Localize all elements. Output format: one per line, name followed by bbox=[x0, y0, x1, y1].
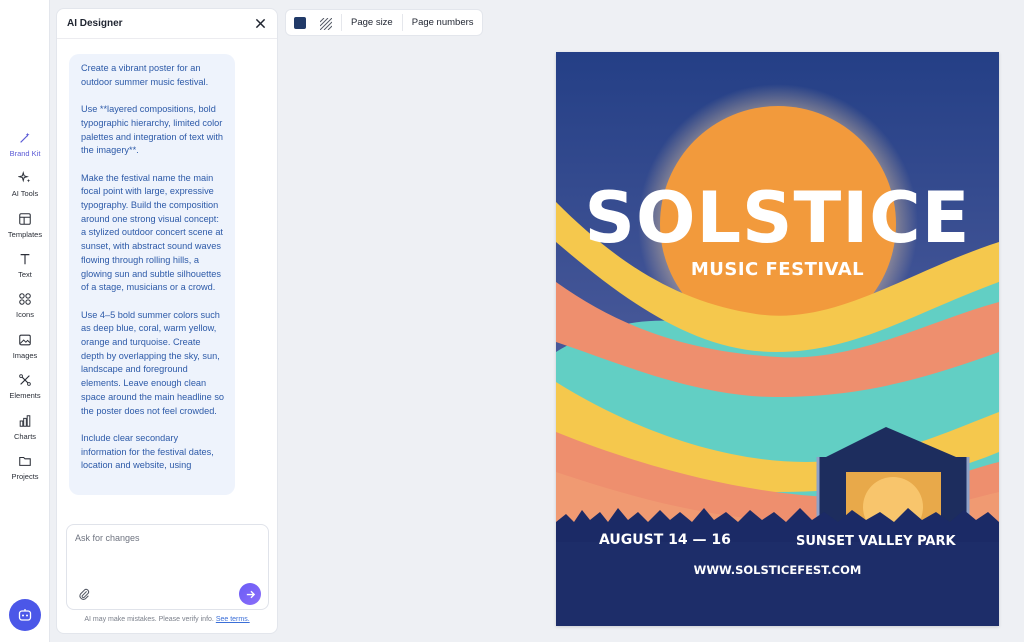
rail-item-projects[interactable]: Projects bbox=[0, 454, 50, 481]
shapes-icon bbox=[19, 293, 31, 305]
ai-assistant-button[interactable] bbox=[9, 599, 41, 631]
message-paragraph: Include clear secondary information for … bbox=[81, 432, 214, 471]
poster-website[interactable]: WWW.SOLSTICEFEST.COM bbox=[556, 563, 999, 577]
bar-chart-icon bbox=[19, 415, 31, 427]
poster-location[interactable]: SUNSET VALLEY PARK bbox=[796, 534, 956, 549]
rail-label: Icons bbox=[16, 310, 34, 319]
rail-item-text[interactable]: Text bbox=[0, 252, 50, 279]
rail-item-ai-tools[interactable]: AI Tools bbox=[0, 171, 50, 198]
rail-item-images[interactable]: Images bbox=[0, 333, 50, 360]
rail-label: Elements bbox=[9, 391, 41, 400]
rail-label: Templates bbox=[7, 230, 43, 239]
attach-button[interactable] bbox=[77, 587, 91, 601]
chat-input[interactable] bbox=[75, 533, 261, 577]
see-terms-link[interactable]: See terms. bbox=[216, 616, 250, 623]
rail-item-icons[interactable]: Icons bbox=[0, 292, 50, 319]
arrow-right-icon bbox=[246, 590, 255, 598]
rail-label: AI Tools bbox=[11, 189, 39, 198]
rail-item-brand-kit[interactable]: Brand Kit bbox=[0, 131, 50, 158]
panel-header: AI Designer bbox=[57, 9, 277, 39]
paperclip-icon bbox=[79, 588, 90, 600]
folder-icon bbox=[19, 456, 31, 466]
ai-designer-panel: AI Designer Create a vibrant poster for … bbox=[56, 8, 278, 634]
rail-item-elements[interactable]: Elements bbox=[0, 373, 50, 400]
robot-icon bbox=[18, 609, 32, 621]
poster-subtitle[interactable]: MUSIC FESTIVAL bbox=[556, 259, 999, 280]
page-toolbar: Page size Page numbers bbox=[285, 9, 483, 36]
rail-label: Projects bbox=[11, 472, 39, 481]
hatch-pattern-icon bbox=[319, 17, 333, 30]
user-message: Create a vibrant poster for an outdoor s… bbox=[69, 54, 235, 495]
poster-title[interactable]: SOLSTICE bbox=[556, 177, 999, 259]
poster-dates[interactable]: AUGUST 14 — 16 bbox=[599, 532, 731, 548]
sparkles-icon bbox=[18, 171, 31, 183]
rail-item-templates[interactable]: Templates bbox=[0, 212, 50, 239]
toolbar-divider bbox=[341, 14, 342, 31]
message-paragraph: Use **layered compositions, bold typogra… bbox=[81, 104, 223, 156]
image-icon bbox=[19, 334, 31, 346]
elements-icon bbox=[19, 374, 31, 386]
message-area[interactable]: Create a vibrant poster for an outdoor s… bbox=[57, 40, 277, 518]
left-rail: Brand Kit AI Tools Templates Text Icons … bbox=[0, 0, 50, 642]
message-paragraph: Create a vibrant poster for an outdoor s… bbox=[81, 63, 209, 87]
toolbar-divider bbox=[401, 14, 403, 31]
rail-label: Charts bbox=[13, 432, 37, 441]
templates-icon bbox=[19, 213, 31, 225]
background-color-swatch[interactable] bbox=[294, 16, 306, 29]
poster-canvas[interactable]: SOLSTICE MUSIC FESTIVAL AUGUST 14 — 16 S… bbox=[556, 52, 999, 626]
rail-label: Text bbox=[18, 270, 32, 279]
rail-label: Brand Kit bbox=[9, 149, 41, 158]
send-button[interactable] bbox=[239, 583, 261, 605]
message-paragraph: Make the festival name the main focal po… bbox=[81, 172, 223, 293]
disclaimer: AI may make mistakes. Please verify info… bbox=[57, 616, 277, 623]
page-size-button[interactable]: Page size bbox=[351, 17, 393, 28]
text-icon bbox=[20, 254, 30, 265]
disclaimer-text: AI may make mistakes. Please verify info… bbox=[84, 616, 214, 623]
page-numbers-button[interactable]: Page numbers bbox=[412, 17, 474, 28]
message-paragraph: Use 4–5 bold summer colors such as deep … bbox=[81, 309, 225, 416]
rail-item-charts[interactable]: Charts bbox=[0, 414, 50, 441]
panel-title: AI Designer bbox=[67, 18, 123, 29]
rail-label: Images bbox=[12, 351, 38, 360]
close-button[interactable] bbox=[253, 17, 267, 31]
pattern-button[interactable] bbox=[319, 17, 333, 30]
chat-input-box bbox=[66, 524, 269, 610]
magic-wand-icon bbox=[20, 132, 30, 143]
close-icon bbox=[255, 18, 265, 29]
